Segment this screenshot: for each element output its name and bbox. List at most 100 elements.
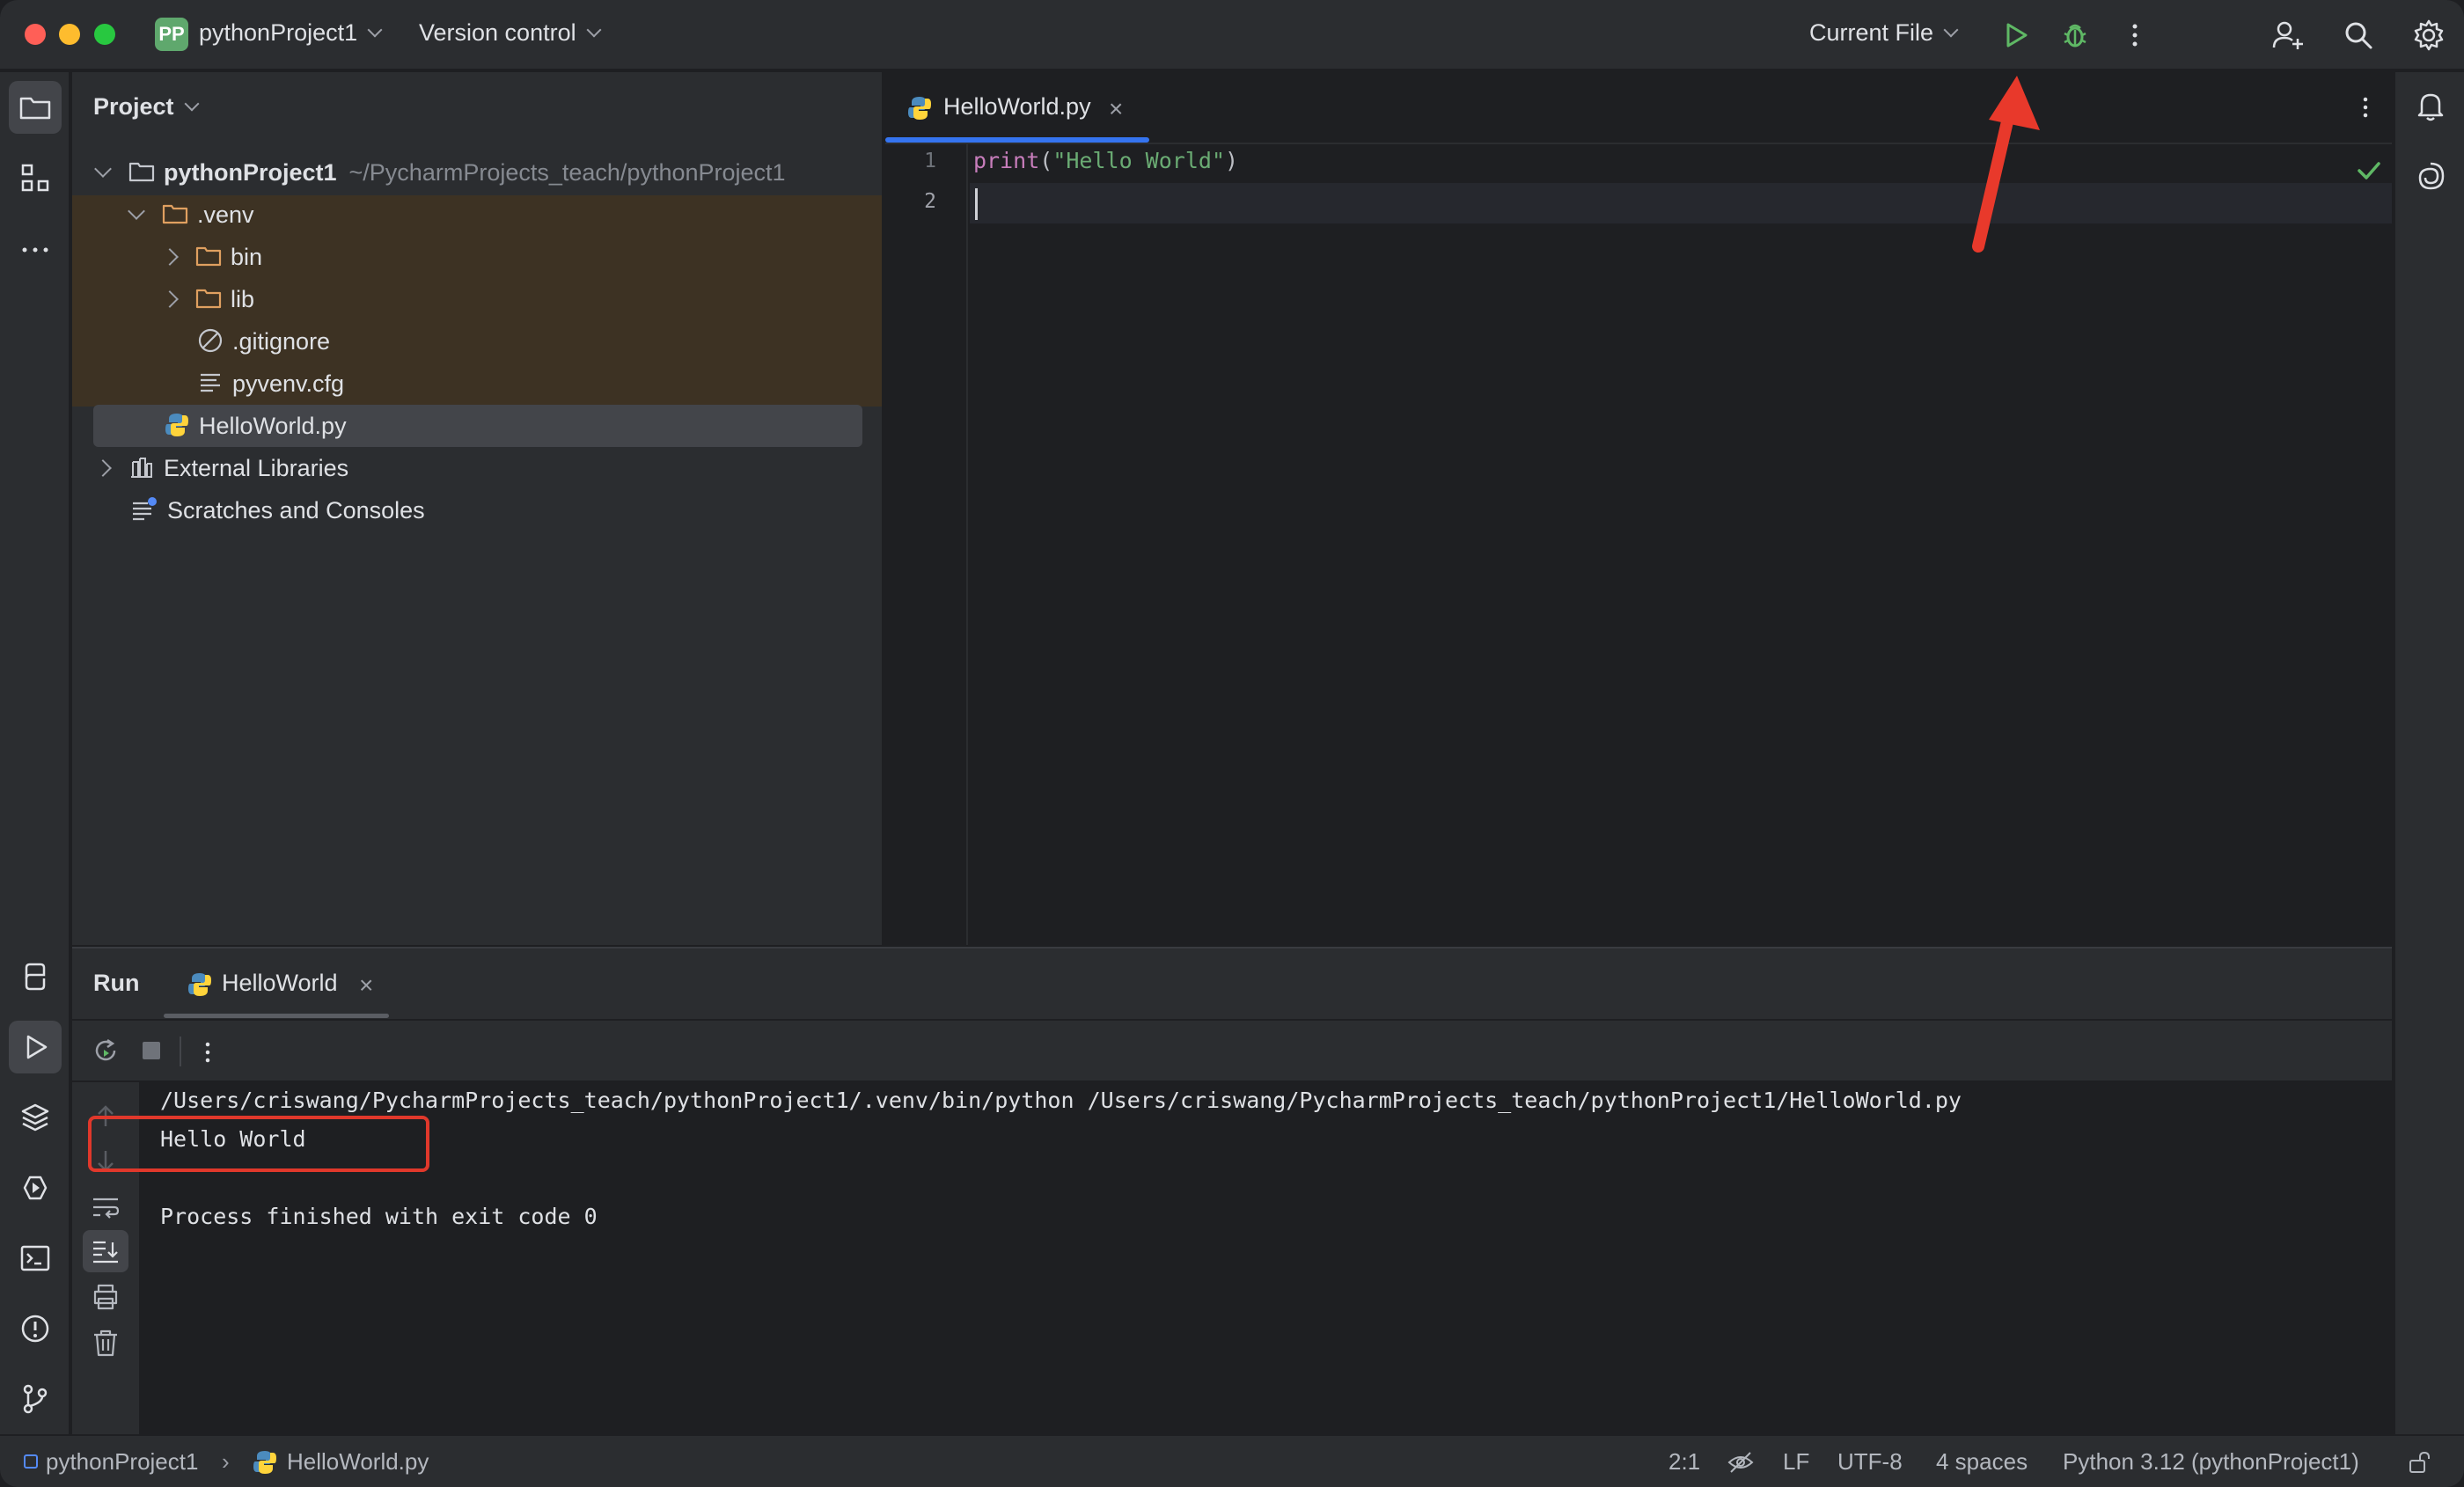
ai-assistant-icon[interactable] bbox=[2413, 158, 2448, 194]
close-tab-icon[interactable]: × bbox=[1109, 95, 1123, 123]
python-file-icon bbox=[253, 1451, 276, 1474]
active-run-tab-indicator bbox=[164, 1014, 389, 1018]
expand-arrow-icon[interactable] bbox=[94, 459, 112, 477]
pyvenv-label: pyvenv.cfg bbox=[232, 370, 345, 397]
rerun-icon[interactable] bbox=[90, 1035, 121, 1066]
close-run-tab-icon[interactable]: × bbox=[359, 971, 373, 1000]
python-console-icon[interactable] bbox=[18, 959, 53, 994]
soft-wrap-icon[interactable] bbox=[90, 1191, 121, 1223]
add-user-icon[interactable] bbox=[2270, 18, 2306, 53]
run-tool-icon[interactable] bbox=[18, 1029, 53, 1065]
title-bar: PP pythonProject1 Version control Curren… bbox=[0, 0, 2464, 70]
python-file-icon bbox=[188, 973, 211, 996]
vcs-label: Version control bbox=[419, 19, 576, 46]
tree-item-lib[interactable]: lib bbox=[161, 278, 255, 320]
breadcrumb-file[interactable]: HelloWorld.py bbox=[287, 1448, 429, 1476]
gear-icon[interactable] bbox=[2411, 18, 2446, 53]
python-file-icon bbox=[908, 97, 931, 120]
bell-icon[interactable] bbox=[2413, 88, 2448, 123]
code-paren: ) bbox=[1225, 148, 1239, 173]
git-branch-icon[interactable] bbox=[18, 1381, 53, 1417]
file-encoding[interactable]: UTF-8 bbox=[1837, 1448, 1903, 1476]
ignored-file-icon bbox=[198, 328, 223, 352]
tree-item-external-libraries[interactable]: External Libraries bbox=[94, 447, 349, 489]
cursor-position[interactable]: 2:1 bbox=[1668, 1448, 1700, 1476]
run-panel-title: Run bbox=[93, 970, 140, 996]
scratches-icon bbox=[133, 496, 157, 520]
folder-icon bbox=[162, 204, 188, 223]
gitignore-label: .gitignore bbox=[232, 328, 331, 355]
left-tool-strip bbox=[0, 72, 70, 1434]
services-icon[interactable] bbox=[18, 1170, 53, 1205]
tree-item-venv[interactable]: .venv bbox=[128, 194, 254, 236]
external-libraries-label: External Libraries bbox=[164, 455, 349, 481]
tree-item-gitignore[interactable]: .gitignore bbox=[197, 320, 330, 363]
close-window-button[interactable] bbox=[25, 24, 46, 45]
line-ending[interactable]: LF bbox=[1783, 1448, 1809, 1476]
module-icon bbox=[24, 1454, 38, 1469]
project-switcher[interactable]: pythonProject1 bbox=[199, 19, 383, 47]
run-panel: Run HelloWorld × /Users/criswang/Pycharm… bbox=[72, 947, 2392, 1436]
expand-arrow-icon[interactable] bbox=[128, 202, 145, 220]
trash-icon[interactable] bbox=[90, 1327, 121, 1359]
bin-label: bin bbox=[231, 244, 263, 270]
python-packages-icon[interactable] bbox=[18, 1100, 53, 1135]
library-icon bbox=[131, 457, 152, 478]
play-icon[interactable] bbox=[1998, 18, 2033, 53]
problems-icon[interactable] bbox=[18, 1311, 53, 1346]
print-icon[interactable] bbox=[90, 1281, 121, 1313]
tree-item-scratches[interactable]: Scratches and Consoles bbox=[130, 489, 425, 531]
text-caret bbox=[975, 188, 978, 220]
breadcrumb-separator-icon: › bbox=[222, 1448, 230, 1475]
structure-icon[interactable] bbox=[18, 160, 53, 195]
project-panel-header[interactable]: Project bbox=[93, 93, 200, 121]
root-project-name: pythonProject1 bbox=[164, 159, 337, 186]
active-tab-indicator bbox=[885, 137, 1149, 143]
zoom-window-button[interactable] bbox=[94, 24, 115, 45]
indent-setting[interactable]: 4 spaces bbox=[1936, 1448, 2028, 1476]
more-tools-icon[interactable] bbox=[18, 232, 53, 267]
bug-icon[interactable] bbox=[2057, 18, 2093, 53]
terminal-icon[interactable] bbox=[18, 1241, 53, 1276]
tree-item-pyvenv[interactable]: pyvenv.cfg bbox=[197, 363, 344, 405]
expand-arrow-icon[interactable] bbox=[161, 248, 179, 266]
breadcrumb-project[interactable]: pythonProject1 bbox=[46, 1448, 198, 1476]
kebab-icon[interactable] bbox=[192, 1037, 224, 1068]
output-highlight-annotation bbox=[88, 1116, 429, 1172]
code-line-1[interactable]: print("Hello World") bbox=[973, 148, 1238, 173]
run-panel-header: Run HelloWorld × bbox=[72, 949, 2392, 1019]
search-icon[interactable] bbox=[2341, 18, 2376, 53]
chevron-down-icon bbox=[1943, 22, 1959, 38]
lock-open-icon[interactable] bbox=[2408, 1450, 2432, 1475]
stop-icon[interactable] bbox=[137, 1037, 165, 1065]
tab-run-helloworld[interactable]: HelloWorld × bbox=[164, 949, 389, 1019]
current-line-highlight bbox=[970, 183, 2392, 223]
kebab-icon[interactable] bbox=[2350, 92, 2381, 123]
python-interpreter[interactable]: Python 3.12 (pythonProject1) bbox=[2063, 1448, 2359, 1476]
expand-arrow-icon[interactable] bbox=[94, 160, 112, 178]
tab-helloworld[interactable]: HelloWorld.py × bbox=[885, 72, 1149, 144]
scroll-to-end-icon[interactable] bbox=[90, 1235, 121, 1267]
minimize-window-button[interactable] bbox=[59, 24, 80, 45]
line-number: 2 bbox=[924, 190, 936, 213]
project-panel-title: Project bbox=[93, 93, 174, 120]
project-badge-icon[interactable]: PP bbox=[155, 18, 188, 51]
toolbar-separator bbox=[180, 1037, 181, 1066]
tree-item-helloworld[interactable]: HelloWorld.py bbox=[164, 405, 347, 447]
run-config-selector[interactable]: Current File bbox=[1809, 19, 1959, 47]
readonly-eye-icon[interactable] bbox=[1727, 1448, 1755, 1476]
python-file-icon bbox=[165, 413, 188, 436]
checkmark-icon[interactable] bbox=[2353, 155, 2385, 187]
tree-item-root[interactable]: pythonProject1 ~/PycharmProjects_teach/py… bbox=[94, 151, 786, 194]
chevron-down-icon bbox=[367, 22, 383, 38]
line-number: 1 bbox=[924, 150, 936, 172]
code-string: "Hello World" bbox=[1052, 148, 1225, 173]
project-name: pythonProject1 bbox=[199, 19, 358, 46]
folder-icon bbox=[128, 162, 155, 181]
kebab-icon[interactable] bbox=[2117, 18, 2152, 53]
lib-label: lib bbox=[231, 286, 255, 312]
expand-arrow-icon[interactable] bbox=[161, 290, 179, 308]
vcs-menu[interactable]: Version control bbox=[419, 19, 602, 47]
folder-icon[interactable] bbox=[18, 90, 53, 125]
tree-item-bin[interactable]: bin bbox=[161, 236, 263, 278]
